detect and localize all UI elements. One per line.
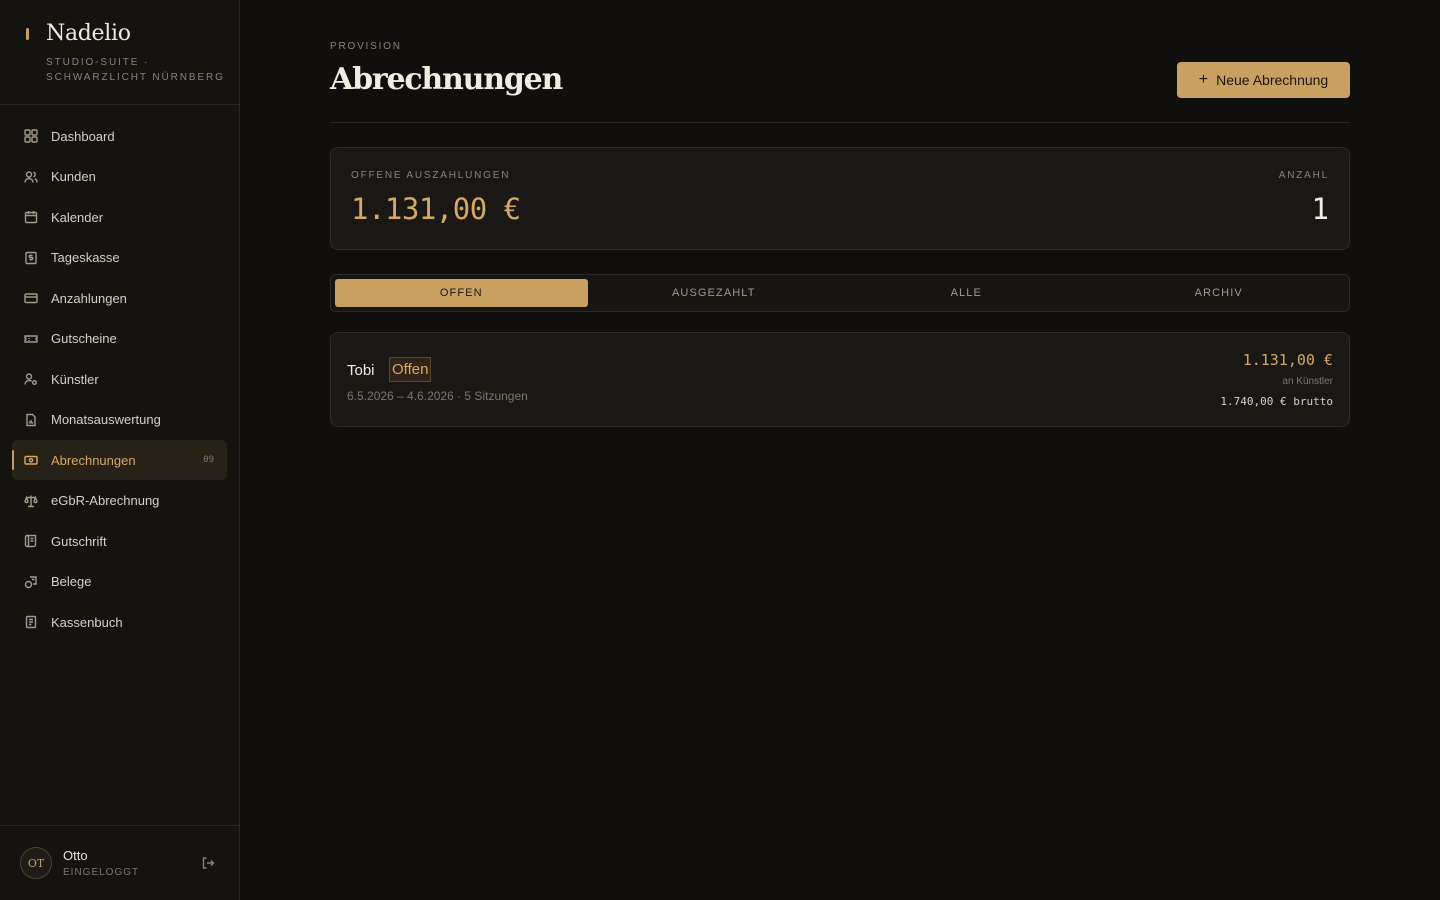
sidebar: Nadelio STUDIO-SUITE · SCHWARZLICHT NÜRN… bbox=[0, 0, 240, 900]
sidebar-item-kassenbuch[interactable]: Kassenbuch bbox=[12, 602, 227, 642]
new-settlement-label: Neue Abrechnung bbox=[1216, 72, 1329, 88]
sidebar-item-gutscheine[interactable]: Gutscheine bbox=[12, 319, 227, 359]
receipts-icon bbox=[24, 575, 38, 589]
count-value: 1 bbox=[1311, 192, 1329, 226]
sidebar-item-anzahlungen[interactable]: Anzahlungen bbox=[12, 278, 227, 318]
sidebar-item-label: Kunden bbox=[51, 169, 96, 184]
user-name: Otto bbox=[63, 848, 88, 863]
needle-icon bbox=[26, 28, 29, 40]
sidebar-item-kuenstler[interactable]: Künstler bbox=[12, 359, 227, 399]
scale-icon bbox=[24, 494, 38, 508]
open-payouts-summary: OFFENE AUSZAHLUNGEN 1.131,00 € ANZAHL 1 bbox=[330, 147, 1350, 250]
header-divider bbox=[330, 122, 1350, 123]
status-tabs: OFFEN AUSGEZAHLT ALLE ARCHIV bbox=[330, 274, 1350, 312]
sidebar-item-kunden[interactable]: Kunden bbox=[12, 157, 227, 197]
sidebar-item-abrechnungen[interactable]: Abrechnungen 09 bbox=[12, 440, 227, 480]
cash-register-icon bbox=[24, 251, 38, 265]
sidebar-item-label: Kassenbuch bbox=[51, 614, 123, 630]
sidebar-item-kalender[interactable]: Kalender bbox=[12, 197, 227, 237]
sidebar-item-label: Tageskasse bbox=[51, 250, 120, 265]
ticket-icon bbox=[24, 332, 38, 346]
avatar[interactable]: OT bbox=[20, 847, 52, 879]
brand: Nadelio STUDIO-SUITE · SCHWARZLICHT NÜRN… bbox=[0, 0, 239, 105]
sidebar-item-label: Dashboard bbox=[51, 128, 115, 144]
sidebar-item-label: Abrechnungen bbox=[51, 452, 136, 468]
open-payouts-value: 1.131,00 € bbox=[351, 192, 521, 226]
calendar-icon bbox=[24, 210, 38, 224]
sidebar-item-label: Kalender bbox=[51, 209, 104, 225]
open-payouts-label: OFFENE AUSZAHLUNGEN bbox=[351, 170, 511, 181]
card-icon bbox=[24, 291, 38, 305]
user-status: EINGELOGGT bbox=[63, 867, 140, 878]
user-panel: OT Otto EINGELOGGT bbox=[0, 825, 239, 900]
sidebar-item-gutschrift[interactable]: Gutschrift bbox=[12, 521, 227, 561]
sidebar-item-label: Anzahlungen bbox=[51, 290, 127, 306]
sidebar-item-label: Gutscheine bbox=[51, 331, 117, 346]
page-eyebrow: PROVISION bbox=[330, 41, 402, 52]
page-title: Abrechnungen bbox=[330, 62, 563, 97]
scroll-icon bbox=[24, 534, 38, 548]
users-icon bbox=[24, 170, 38, 184]
tab-offen[interactable]: OFFEN bbox=[335, 279, 588, 307]
report-icon bbox=[24, 413, 38, 427]
artist-name: Tobi bbox=[347, 362, 375, 379]
sidebar-item-label: Künstler bbox=[51, 371, 99, 387]
banknote-icon bbox=[24, 453, 38, 467]
settlement-amount-note: an Künstler bbox=[1282, 376, 1333, 387]
tab-archiv[interactable]: ARCHIV bbox=[1093, 279, 1346, 307]
logout-icon[interactable] bbox=[201, 856, 215, 870]
book-icon bbox=[24, 615, 38, 629]
tab-alle[interactable]: ALLE bbox=[840, 279, 1093, 307]
tab-ausgezahlt[interactable]: AUSGEZAHLT bbox=[588, 279, 841, 307]
sidebar-item-monatsauswertung[interactable]: Monatsauswertung bbox=[12, 400, 227, 440]
artist-icon bbox=[24, 372, 38, 386]
sidebar-item-label: eGbR-Abrechnung bbox=[51, 493, 160, 508]
plus-icon: + bbox=[1198, 71, 1209, 88]
settlement-row[interactable]: Tobi Offen 6.5.2026 – 4.6.2026 · 5 Sitzu… bbox=[330, 332, 1350, 427]
sidebar-item-egbr-abrechnung[interactable]: eGbR-Abrechnung bbox=[12, 481, 227, 521]
new-settlement-button[interactable]: + Neue Abrechnung bbox=[1177, 62, 1350, 98]
sidebar-item-label: Gutschrift bbox=[51, 533, 107, 549]
sidebar-item-label: Belege bbox=[51, 574, 92, 589]
sidebar-nav: Dashboard Kunden Kalender Tageskasse Anz… bbox=[12, 116, 227, 643]
sidebar-item-dashboard[interactable]: Dashboard bbox=[12, 116, 227, 156]
settlement-period: 6.5.2026 – 4.6.2026 · 5 Sitzungen bbox=[347, 389, 528, 403]
brand-subtitle: STUDIO-SUITE · SCHWARZLICHT NÜRNBERG bbox=[46, 57, 225, 83]
settlement-amount: 1.131,00 € bbox=[1242, 351, 1333, 369]
sidebar-item-label: Monatsauswertung bbox=[51, 412, 161, 427]
sidebar-item-belege[interactable]: Belege bbox=[12, 562, 227, 602]
sidebar-item-count: 09 bbox=[203, 455, 214, 465]
status-badge: Offen bbox=[389, 357, 432, 382]
count-label: ANZAHL bbox=[1278, 170, 1329, 181]
settlement-brutto: 1.740,00 € brutto bbox=[1220, 395, 1333, 408]
dashboard-icon bbox=[24, 129, 38, 143]
brand-name: Nadelio bbox=[46, 21, 131, 46]
sidebar-item-tageskasse[interactable]: Tageskasse bbox=[12, 238, 227, 278]
